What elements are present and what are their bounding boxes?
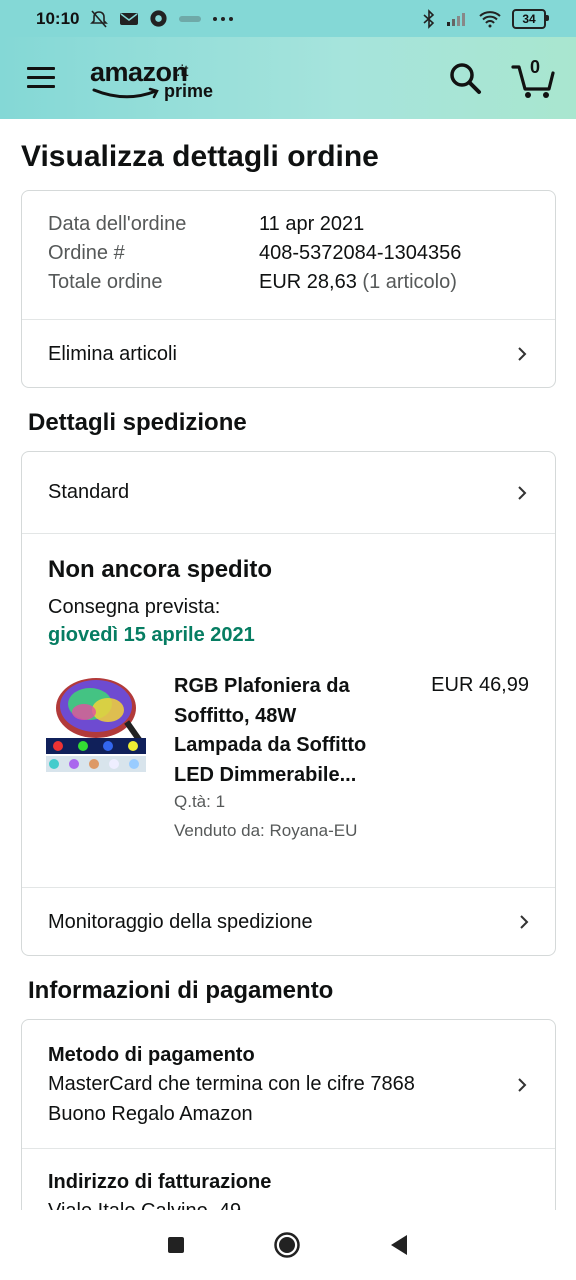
order-date-value: 11 apr 2021 xyxy=(259,213,365,235)
logo-prime-text: prime xyxy=(164,81,214,101)
chevron-right-icon xyxy=(518,347,527,361)
order-number-label: Ordine # xyxy=(48,242,125,264)
shipping-section-title: Dettagli spedizione xyxy=(28,409,247,436)
amazon-smile-icon xyxy=(92,87,159,99)
amazon-prime-logo[interactable]: amazon .it prime xyxy=(90,57,220,107)
delete-items-link[interactable]: Elimina articoli xyxy=(22,320,555,387)
payment-card: Metodo di pagamento MasterCard che termi… xyxy=(21,1019,556,1239)
more-dots-icon xyxy=(213,16,234,21)
muted-bell-icon xyxy=(90,9,109,28)
status-right: 34 xyxy=(422,8,549,29)
product-title[interactable]: RGB Plafoniera da Soffitto, 48W Lampada … xyxy=(174,672,404,790)
chevron-right-icon xyxy=(520,915,529,929)
page-title: Visualizza dettagli ordine xyxy=(21,140,379,173)
status-time: 10:10 xyxy=(36,8,80,28)
shipping-method-link[interactable]: Standard xyxy=(22,452,555,533)
product-title-line-3: Lampada da Soffitto xyxy=(174,734,367,756)
tracking-label: Monitoraggio della spedizione xyxy=(48,910,313,933)
logo-suffix-text: .it xyxy=(176,63,189,80)
signal-icon xyxy=(447,12,465,26)
payment-method-row[interactable]: Metodo di pagamento MasterCard che termi… xyxy=(22,1020,555,1148)
payment-method-label: Metodo di pagamento xyxy=(48,1044,255,1066)
cart-count: 0 xyxy=(530,57,541,77)
divider xyxy=(22,1148,555,1149)
divider xyxy=(22,533,555,534)
payment-method-line-2: Buono Regalo Amazon xyxy=(48,1103,253,1125)
status-bar: 10:10 34 xyxy=(0,0,576,37)
order-total-value-wrap: EUR 28,63 (1 articolo) xyxy=(259,271,457,294)
cart-button[interactable]: 0 xyxy=(511,55,559,101)
battery-icon: 34 xyxy=(512,8,549,29)
order-summary-card: Data dell'ordine 11 apr 2021 Ordine # 40… xyxy=(21,190,556,388)
product-image[interactable] xyxy=(46,674,150,774)
recent-apps-icon[interactable] xyxy=(167,1236,185,1254)
chevron-right-icon xyxy=(518,1078,527,1092)
delete-items-label: Elimina articoli xyxy=(48,342,177,365)
product-seller: Venduto da: Royana-EU xyxy=(174,821,358,840)
order-total-value: EUR 28,63 xyxy=(259,271,357,293)
chevron-right-icon xyxy=(518,486,527,500)
shipping-card: Standard Non ancora spedito Consegna pre… xyxy=(21,451,556,956)
app-icon xyxy=(179,15,202,22)
search-icon[interactable] xyxy=(446,59,486,99)
app-header: amazon .it prime 0 xyxy=(0,37,576,119)
order-item-count: (1 articolo) xyxy=(362,271,457,293)
product-quantity: Q.tà: 1 xyxy=(174,792,226,811)
order-total-label: Totale ordine xyxy=(48,271,163,293)
payment-method-line-1: MasterCard che termina con le cifre 7868 xyxy=(48,1073,415,1095)
home-icon[interactable] xyxy=(273,1231,301,1259)
payment-section-title: Informazioni di pagamento xyxy=(28,977,334,1004)
billing-address-label: Indirizzo di fatturazione xyxy=(48,1171,272,1193)
shipment-status: Non ancora spedito xyxy=(48,556,273,583)
expected-delivery-label: Consegna prevista: xyxy=(48,596,221,618)
wifi-icon xyxy=(479,10,501,27)
order-number-value: 408-5372084-1304356 xyxy=(259,242,462,264)
back-icon[interactable] xyxy=(389,1234,409,1256)
product-title-line-4: LED Dimmerabile... xyxy=(174,763,357,786)
chrome-icon xyxy=(150,10,168,27)
order-date-label: Data dell'ordine xyxy=(48,213,187,235)
tracking-link[interactable]: Monitoraggio della spedizione xyxy=(22,888,555,955)
mail-icon xyxy=(120,12,139,25)
battery-level: 34 xyxy=(522,11,536,26)
menu-icon[interactable] xyxy=(27,67,55,89)
system-nav-bar xyxy=(0,1210,576,1280)
shipping-method-label: Standard xyxy=(48,481,130,503)
product-title-line-2: Soffitto, 48W xyxy=(174,704,297,727)
product-price: EUR 46,99 xyxy=(431,674,529,696)
status-left: 10:10 xyxy=(36,9,234,29)
product-title-line-1: RGB Plafoniera da xyxy=(174,675,350,697)
bluetooth-icon xyxy=(423,8,435,29)
expected-delivery-date: giovedì 15 aprile 2021 xyxy=(48,624,255,646)
